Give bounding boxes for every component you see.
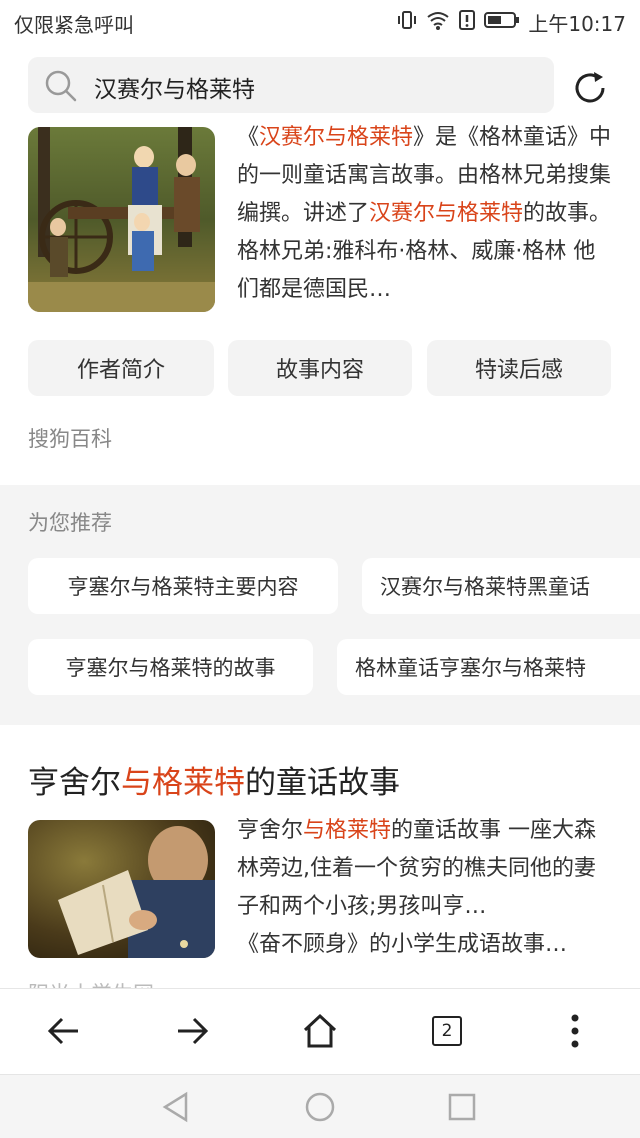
chip-reading-notes[interactable]: 特读后感 (427, 340, 611, 396)
recommend-section: 为您推荐 亨塞尔与格莱特主要内容 汉赛尔与格莱特黑童话 亨塞尔与格莱特的故事 格… (0, 485, 640, 725)
carrier-text: 仅限紧急呼叫 (14, 13, 134, 37)
system-navigation (0, 1074, 640, 1138)
arrow-left-icon (47, 1017, 78, 1045)
result-description[interactable]: 亨舍尔与格莱特的童话故事 一座大森林旁边,住着一个贫穷的樵夫同他的妻子和两个小孩… (237, 812, 617, 964)
result-description[interactable]: 《汉赛尔与格莱特》是《格林童话》中的一则童话寓言故事。由格林兄弟搜集编撰。讲述了… (237, 119, 617, 309)
text-segment: 亨舍尔 (28, 765, 121, 801)
result-thumbnail-photo[interactable] (28, 820, 215, 958)
status-icons: 上午10:17 (396, 8, 626, 37)
clock: 上午10:17 (528, 12, 626, 36)
alert-icon (458, 9, 476, 36)
browser-page: 仅限紧急呼叫 上午10:17 汉赛尔与格莱特 《汉赛尔与格莱特》是《格林童话》中… (0, 0, 640, 1138)
result-extra-line: 《奋不顾身》的小学生成语故事… (237, 932, 568, 957)
text-segment: 的童话故事 (245, 765, 400, 801)
recommend-item[interactable]: 汉赛尔与格莱特黑童话 (362, 558, 640, 614)
highlighted-keyword: 汉赛尔与格莱特 (259, 125, 414, 150)
system-home-icon[interactable] (304, 1091, 336, 1123)
chip-author-intro[interactable]: 作者简介 (28, 340, 214, 396)
tab-count: 2 (432, 1016, 462, 1046)
arrow-right-icon (178, 1017, 209, 1045)
recommend-title: 为您推荐 (28, 511, 112, 535)
status-bar: 仅限紧急呼叫 上午10:17 (0, 0, 640, 44)
result-title[interactable]: 亨舍尔与格莱特的童话故事 (28, 757, 400, 802)
more-menu-button[interactable] (553, 1009, 597, 1053)
refresh-icon[interactable] (570, 68, 610, 108)
chip-story-content[interactable]: 故事内容 (228, 340, 412, 396)
home-icon (303, 1013, 337, 1048)
forward-button[interactable] (170, 1009, 214, 1053)
search-icon (45, 70, 77, 102)
recommend-item[interactable]: 格林童话亨塞尔与格莱特 (337, 639, 640, 695)
vibrate-icon (396, 9, 418, 36)
text-segment: 《 (237, 125, 260, 150)
back-button[interactable] (42, 1009, 86, 1053)
tabs-button[interactable]: 2 (425, 1009, 469, 1053)
more-vertical-icon (571, 1014, 579, 1048)
result-thumbnail-illustration[interactable] (28, 127, 215, 312)
search-bar[interactable]: 汉赛尔与格莱特 (28, 57, 554, 113)
battery-icon (484, 10, 520, 35)
recommend-item[interactable]: 亨塞尔与格莱特的故事 (28, 639, 313, 695)
text-segment: 亨舍尔 (237, 818, 304, 843)
recommend-item[interactable]: 亨塞尔与格莱特主要内容 (28, 558, 338, 614)
bottom-navigation: 2 (0, 988, 640, 1074)
highlighted-keyword: 汉赛尔与格莱特 (369, 201, 524, 226)
system-back-icon[interactable] (160, 1091, 192, 1123)
highlighted-keyword: 与格莱特 (121, 765, 245, 801)
highlighted-keyword: 与格莱特 (303, 818, 392, 843)
result-source: 搜狗百科 (28, 427, 112, 451)
system-recents-icon[interactable] (446, 1091, 478, 1123)
home-button[interactable] (298, 1009, 342, 1053)
wifi-icon (426, 9, 450, 36)
search-input[interactable]: 汉赛尔与格莱特 (94, 70, 255, 104)
